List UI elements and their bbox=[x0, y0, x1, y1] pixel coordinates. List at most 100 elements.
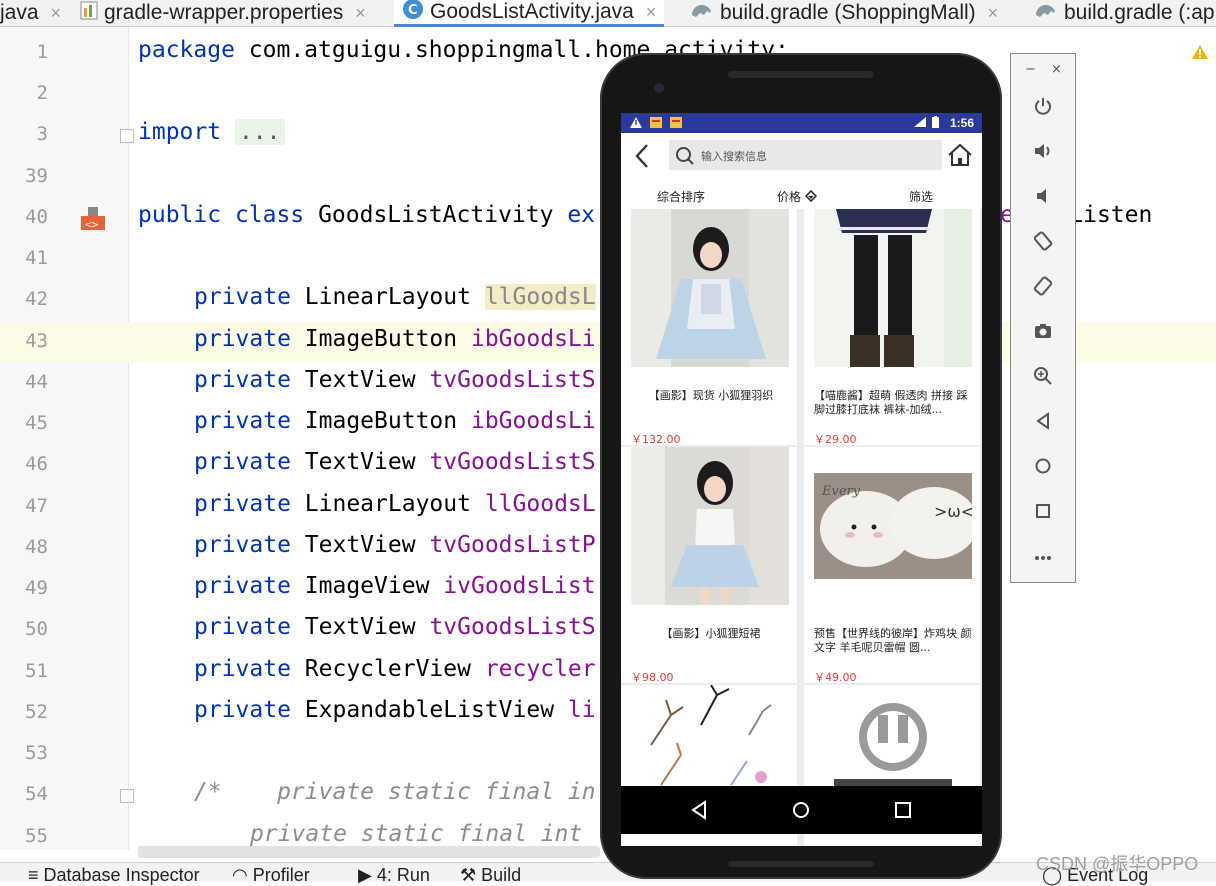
keyword: private bbox=[194, 284, 291, 310]
field-name: tvGoodsListS bbox=[429, 449, 596, 475]
field-type: TextView bbox=[304, 614, 416, 640]
alert-icon bbox=[629, 116, 643, 132]
field-name: ibGoodsLi bbox=[470, 326, 596, 352]
line-number: 50 bbox=[25, 618, 48, 640]
horizontal-scrollbar[interactable] bbox=[138, 846, 600, 858]
field-declaration: private TextView tvGoodsListS bbox=[194, 449, 596, 475]
power-icon[interactable] bbox=[1031, 94, 1055, 118]
run-button[interactable]: ▶ 4: Run bbox=[358, 865, 430, 886]
sort-arrow-icon bbox=[804, 189, 817, 204]
rotate-left-icon[interactable] bbox=[1031, 229, 1055, 253]
line-number: 52 bbox=[25, 701, 48, 723]
field-name: li bbox=[567, 697, 596, 723]
tab-java[interactable]: java × bbox=[0, 0, 61, 26]
database-inspector-label: Database Inspector bbox=[43, 865, 200, 885]
sort-bar: 综合排序 价格 筛选 bbox=[621, 179, 982, 209]
back-arrow-icon[interactable] bbox=[633, 143, 651, 173]
tool-window-bar: ≡ Database Inspector ◠ Profiler ▶ 4: Run… bbox=[0, 862, 1216, 885]
goods-item[interactable]: >ω< Every 预售【世界线的彼岸】炸鸡块 颜文字 羊毛呢贝雷帽 圆... … bbox=[804, 447, 980, 684]
keyword: private bbox=[194, 697, 291, 723]
sort-composite-tab[interactable]: 综合排序 bbox=[657, 188, 705, 205]
keyword: package bbox=[138, 37, 235, 63]
close-icon[interactable]: × bbox=[355, 3, 366, 24]
emulator-phone-frame: 1:56 输入搜索信息 综合排序 价格 筛选 【画影】现货 小狐狸羽织 ￥132… bbox=[600, 53, 1002, 879]
line-number: 39 bbox=[25, 165, 48, 187]
field-type: RecyclerView bbox=[304, 656, 471, 682]
run-label: 4: Run bbox=[376, 865, 430, 885]
line-number: 51 bbox=[25, 660, 48, 682]
line-number: 49 bbox=[25, 577, 48, 599]
goods-item[interactable]: 【喵鹿酱】超萌 假透肉 拼接 踩脚过膝打底袜 裤袜-加绒... ￥29.00 bbox=[804, 209, 980, 446]
line-number: 44 bbox=[25, 371, 48, 393]
field-type: ImageButton bbox=[304, 326, 458, 352]
sort-price-tab[interactable]: 价格 bbox=[777, 188, 817, 205]
tab-goods-list-activity[interactable]: C GoodsListActivity.java × bbox=[394, 0, 665, 27]
field-declaration: private TextView tvGoodsListS bbox=[194, 367, 596, 393]
run-icon: ▶ bbox=[358, 865, 377, 885]
field-declaration: private ImageButton ibGoodsLi bbox=[194, 326, 596, 352]
volume-down-icon[interactable] bbox=[1031, 184, 1055, 208]
goods-thumbnail: >ω< Every bbox=[814, 447, 972, 605]
camera-icon[interactable] bbox=[1031, 319, 1055, 343]
back-icon[interactable] bbox=[1031, 409, 1055, 433]
fold-toggle[interactable] bbox=[120, 789, 134, 803]
phone-screen[interactable]: 1:56 输入搜索信息 综合排序 价格 筛选 【画影】现货 小狐狸羽织 ￥132… bbox=[621, 113, 982, 846]
profiler-icon: ◠ bbox=[232, 865, 253, 885]
goods-thumbnail bbox=[631, 447, 789, 605]
search-icon bbox=[675, 146, 695, 170]
goods-price: ￥132.00 bbox=[631, 433, 681, 446]
overview-icon[interactable] bbox=[1031, 499, 1055, 523]
close-icon[interactable]: × bbox=[988, 3, 999, 24]
line-number: 53 bbox=[25, 742, 48, 764]
goods-name: 预售【世界线的彼岸】炸鸡块 颜文字 羊毛呢贝雷帽 圆... bbox=[814, 627, 972, 654]
fold-toggle[interactable] bbox=[120, 129, 134, 143]
gradle-icon bbox=[1034, 1, 1058, 25]
keyword: private bbox=[194, 532, 291, 558]
code-line-40: public class GoodsListActivity ex bbox=[138, 202, 595, 228]
search-box[interactable]: 输入搜索信息 bbox=[669, 140, 942, 170]
goods-price: ￥98.00 bbox=[631, 671, 674, 684]
minimize-button[interactable]: − bbox=[1025, 62, 1036, 77]
tab-build-gradle-project[interactable]: build.gradle (ShoppingMall) × bbox=[690, 0, 998, 26]
tab-label: GoodsListActivity.java bbox=[430, 0, 634, 23]
field-type: ExpandableListView bbox=[304, 697, 555, 723]
goods-item[interactable]: 【画影】现货 小狐狸羽织 ￥132.00 bbox=[621, 209, 797, 446]
nav-overview-icon[interactable] bbox=[893, 800, 913, 820]
front-camera bbox=[654, 83, 664, 93]
profiler-button[interactable]: ◠ Profiler bbox=[232, 865, 310, 886]
warning-icon[interactable] bbox=[1191, 44, 1209, 64]
tab-gradle-wrapper-properties[interactable]: gradle-wrapper.properties × bbox=[80, 0, 366, 26]
keyword: class bbox=[234, 202, 305, 228]
emulator-toolbar: − × bbox=[1010, 53, 1076, 583]
database-inspector-button[interactable]: ≡ Database Inspector bbox=[28, 865, 200, 886]
home-icon[interactable] bbox=[947, 143, 973, 171]
database-icon: ≡ bbox=[28, 865, 44, 885]
close-icon[interactable]: × bbox=[646, 2, 657, 23]
build-label: Build bbox=[481, 865, 522, 885]
more-icon[interactable] bbox=[1031, 544, 1055, 568]
volume-up-icon[interactable] bbox=[1031, 139, 1055, 163]
close-icon[interactable]: × bbox=[51, 3, 62, 24]
nav-home-icon[interactable] bbox=[791, 800, 811, 820]
build-button[interactable]: ⚒ Build bbox=[460, 865, 521, 886]
folded-imports[interactable]: ... bbox=[234, 119, 285, 145]
watermark: CSDN @振华OPPO bbox=[1036, 854, 1199, 874]
line-number: 40 bbox=[25, 206, 48, 228]
zoom-icon[interactable] bbox=[1031, 364, 1055, 388]
rotate-right-icon[interactable] bbox=[1031, 274, 1055, 298]
signal-icon bbox=[913, 116, 927, 131]
implements-gutter-icon[interactable]: <> bbox=[80, 206, 105, 231]
line-number: 2 bbox=[36, 82, 48, 104]
nav-back-icon[interactable] bbox=[689, 800, 709, 820]
field-type: LinearLayout bbox=[304, 491, 471, 517]
filter-tab[interactable]: 筛选 bbox=[909, 188, 933, 205]
profiler-label: Profiler bbox=[252, 865, 310, 885]
goods-item[interactable]: 【画影】小狐狸短裙 ￥98.00 bbox=[621, 447, 797, 684]
tab-build-gradle-app[interactable]: build.gradle (:ap bbox=[1034, 0, 1215, 26]
line-number: 55 bbox=[25, 825, 48, 847]
close-button[interactable]: × bbox=[1051, 62, 1062, 77]
keyword: private bbox=[194, 367, 291, 393]
field-name: tvGoodsListS bbox=[429, 367, 596, 393]
home-icon[interactable] bbox=[1031, 454, 1055, 478]
field-name: recycler bbox=[484, 656, 596, 682]
